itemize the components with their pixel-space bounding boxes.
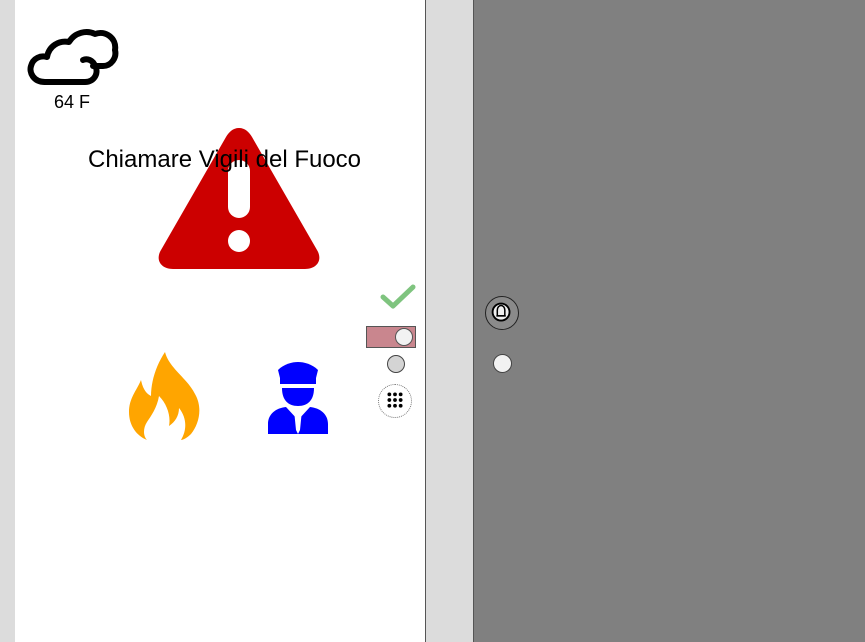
checkmark-icon[interactable] xyxy=(380,283,416,311)
left-margin-strip xyxy=(0,0,15,642)
status-toggle[interactable] xyxy=(366,326,416,348)
toggle-knob xyxy=(395,328,413,346)
alert-message: Chiamare Vigili del Fuoco xyxy=(88,146,362,173)
divider-strip xyxy=(426,0,474,642)
doorbell-button[interactable] xyxy=(485,296,519,330)
dialpad-icon xyxy=(387,392,403,408)
warning-icon xyxy=(158,128,320,269)
cloud-icon xyxy=(27,29,119,85)
temperature-label: 64 F xyxy=(53,92,91,112)
dialpad-button[interactable] xyxy=(378,384,412,418)
doorbell-icon xyxy=(491,302,511,322)
fire-icon[interactable] xyxy=(125,350,207,442)
option-radio[interactable] xyxy=(387,355,405,373)
door-radio[interactable] xyxy=(493,354,512,373)
door-view xyxy=(474,0,865,642)
police-officer-icon[interactable] xyxy=(266,360,330,434)
